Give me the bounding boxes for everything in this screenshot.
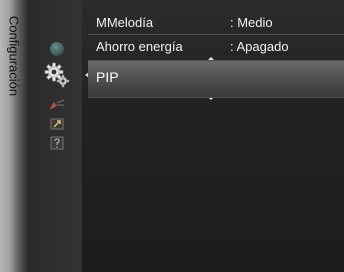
menu-row-value: : Medio: [230, 14, 273, 30]
help-icon[interactable]: [49, 135, 65, 151]
disc-icon[interactable]: [50, 42, 64, 56]
menu-row-energy-saving[interactable]: Ahorro energía : Apagado: [96, 36, 289, 56]
menu-row-label: MMelodía: [96, 14, 154, 30]
category-tab[interactable]: Configuración: [0, 0, 29, 272]
antenna-icon[interactable]: [47, 98, 65, 112]
category-tab-label: Configuración: [6, 15, 22, 97]
menu-row-label: Ahorro energía: [96, 38, 183, 54]
menu-row-value: : Apagado: [230, 38, 289, 54]
tv-menu-screen: Configuración MMelodía: Medio Ahorro en…: [0, 0, 344, 272]
row-divider: [88, 34, 344, 35]
scroll-up-arrow-icon[interactable]: [208, 57, 214, 60]
input-icon[interactable]: [49, 116, 65, 132]
row-divider: [88, 97, 344, 98]
menu-row-pip-selected[interactable]: [88, 61, 344, 97]
gear-icon[interactable]: [42, 60, 72, 90]
menu-row-melody[interactable]: MMelodía : Medio: [96, 12, 273, 32]
pip-label: PIP: [96, 69, 119, 85]
